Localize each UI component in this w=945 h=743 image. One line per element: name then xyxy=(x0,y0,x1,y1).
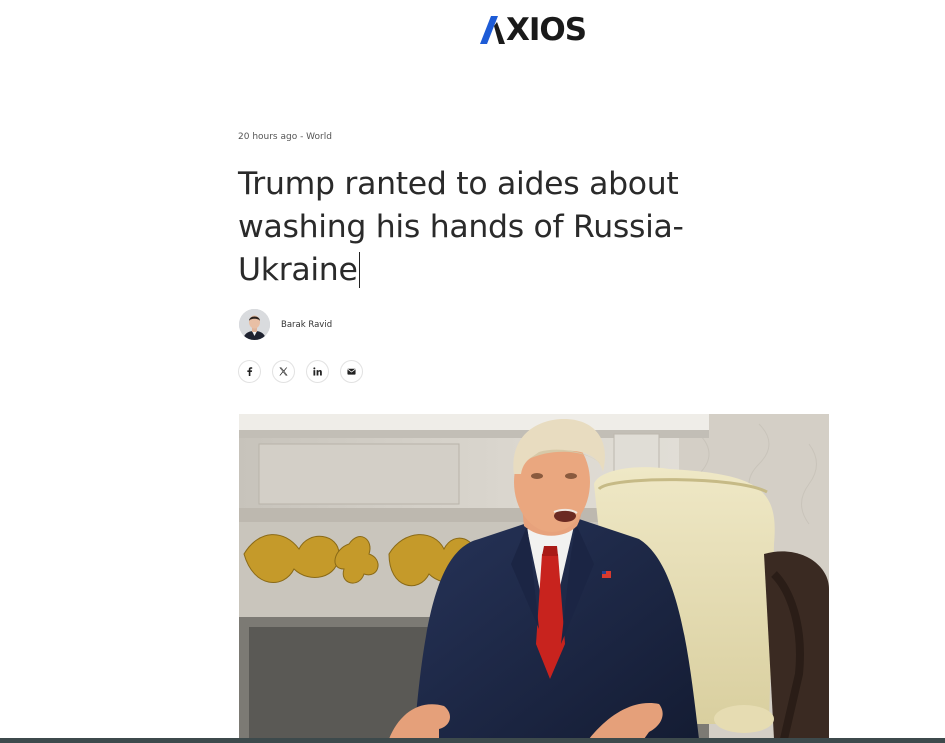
share-linkedin-button[interactable] xyxy=(306,360,329,383)
share-buttons xyxy=(238,360,363,383)
text-cursor xyxy=(358,252,360,288)
share-x-button[interactable] xyxy=(272,360,295,383)
email-icon xyxy=(347,368,356,375)
author-avatar[interactable] xyxy=(239,309,270,340)
facebook-icon xyxy=(247,367,253,376)
logo-text: XIOS xyxy=(506,12,587,48)
author-name[interactable]: Barak Ravid xyxy=(281,320,332,330)
x-icon xyxy=(279,367,288,376)
headline-text: Trump ranted to aides about washing his … xyxy=(238,166,684,288)
author-photo xyxy=(239,309,270,340)
hero-photo-illustration xyxy=(239,414,829,739)
axios-logo[interactable]: XIOS xyxy=(480,12,587,48)
linkedin-icon xyxy=(313,367,322,376)
bottom-scroll-bar xyxy=(0,738,945,743)
axios-a-chevron-icon xyxy=(480,16,505,44)
hero-image xyxy=(239,414,829,739)
share-facebook-button[interactable] xyxy=(238,360,261,383)
byline: Barak Ravid xyxy=(239,309,332,340)
article-headline: Trump ranted to aides about washing his … xyxy=(238,163,798,292)
article-meta: 20 hours ago - World xyxy=(238,132,332,142)
share-email-button[interactable] xyxy=(340,360,363,383)
